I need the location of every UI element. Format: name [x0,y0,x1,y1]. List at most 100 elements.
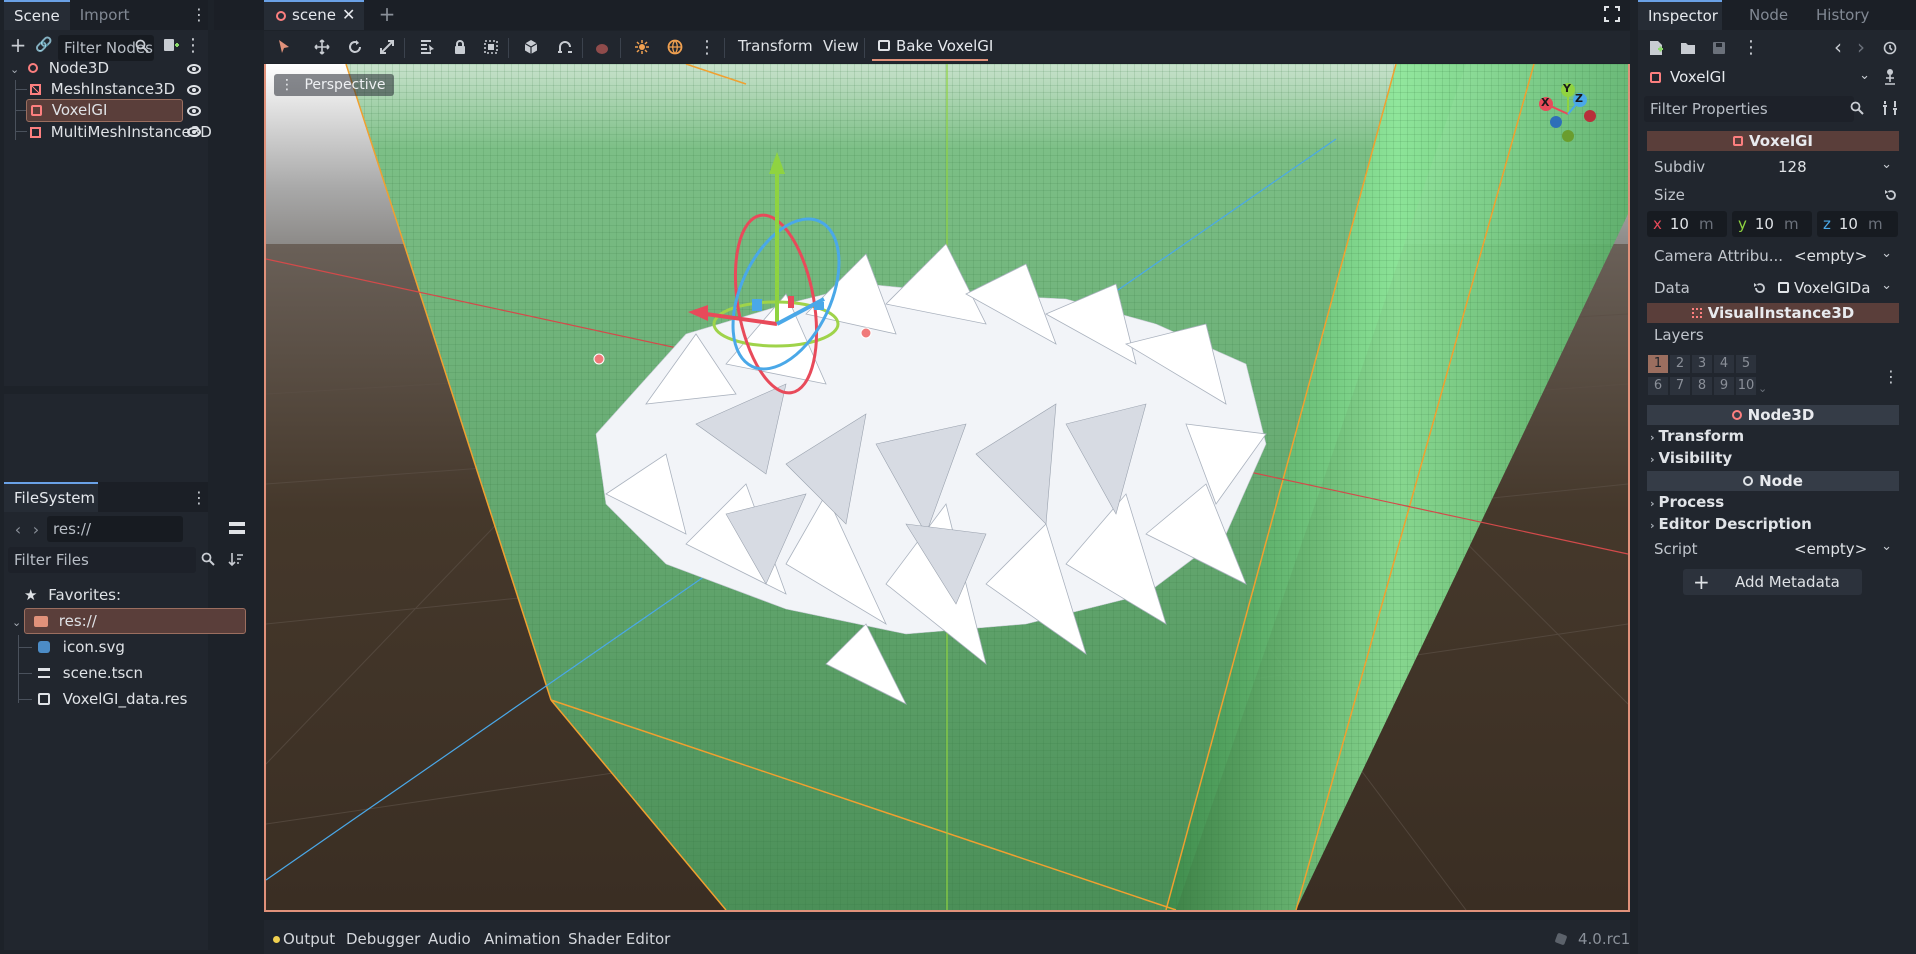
scene-dock-menu-icon[interactable]: ⋮ [191,6,207,24]
viewport-scene [266,64,1628,910]
perspective-menu[interactable]: ⋮ Perspective [274,74,394,96]
list-select-icon[interactable] [418,38,436,56]
filter-files-input[interactable]: Filter Files [8,547,196,573]
new-resource-icon[interactable] [1648,40,1664,56]
object-properties-icon[interactable] [1882,68,1898,86]
scale-tool-icon[interactable] [378,38,396,56]
group-icon[interactable] [482,38,500,56]
voxelgi-icon [1650,72,1661,83]
transform-menu[interactable]: Transform [738,37,813,55]
revert-icon[interactable] [1753,281,1767,295]
layer-10[interactable]: 10 [1736,377,1756,395]
history-icon[interactable] [1882,40,1898,56]
file-label: icon.svg [62,638,125,656]
script-picker[interactable]: <empty> ⌄ [1786,537,1898,561]
layer-8[interactable]: 8 [1692,377,1712,395]
version-label: 4.0.rc1 [1578,930,1631,948]
tab-shader-editor[interactable]: Shader Editor [568,930,670,948]
add-node-icon[interactable]: + [10,33,27,57]
move-tool-icon[interactable] [313,38,331,56]
forward-icon[interactable]: › [30,520,42,539]
local-space-icon[interactable] [522,38,540,56]
lock-icon[interactable] [451,38,469,56]
tab-history[interactable]: History [1806,0,1879,30]
snap-icon[interactable] [556,38,574,56]
layer-5[interactable]: 5 [1736,355,1756,373]
favorites-item[interactable]: ★ Favorites: [24,583,121,607]
size-x-field[interactable]: x 10 m [1647,211,1727,237]
instance-scene-icon[interactable] [163,37,179,53]
camera-attributes-picker[interactable]: <empty> ⌄ [1786,244,1898,268]
link-icon[interactable]: 🔗 [35,37,52,53]
visibility-eye-icon[interactable] [187,127,201,137]
resource-file-icon [1778,282,1789,293]
environment-preview-icon[interactable] [666,38,684,56]
add-metadata-button[interactable]: + Add Metadata [1683,569,1862,595]
distraction-free-icon[interactable] [1604,6,1620,22]
panel-layout-icon[interactable] [229,522,245,534]
open-folder-icon[interactable] [1680,40,1696,56]
layer-4[interactable]: 4 [1714,355,1734,373]
visibility-eye-icon[interactable] [187,64,201,74]
data-resource-picker[interactable]: VoxelGIDa ⌄ [1774,276,1898,300]
visibility-eye-icon[interactable] [187,85,201,95]
select-tool-icon[interactable] [275,38,293,56]
scene-tab[interactable]: scene ✕ [264,0,364,30]
layer-1[interactable]: 1 [1648,355,1668,373]
next-object-icon[interactable]: › [1855,35,1867,59]
3d-viewport[interactable]: ⋮ Perspective Y X Z [264,64,1630,912]
property-tools-icon[interactable] [1882,100,1898,116]
sort-icon[interactable] [228,551,244,567]
tree-item-voxelgi[interactable]: VoxelGI [26,99,183,122]
rotate-tool-icon[interactable] [346,38,364,56]
resource-menu-icon[interactable]: ⋮ [1742,36,1760,58]
bake-voxelgi-button[interactable]: Bake VoxelGI [872,33,993,61]
tab-output[interactable]: Output [283,930,335,948]
tab-node[interactable]: Node [1739,0,1798,30]
previous-object-icon[interactable]: ‹ [1832,35,1844,59]
size-y-field[interactable]: y 10 m [1732,211,1812,237]
size-y-unit: m [1783,215,1799,233]
layers-menu-icon[interactable]: ⋮ [1883,366,1899,386]
filesystem-menu-icon[interactable]: ⋮ [191,488,207,507]
file-item-scene-tscn[interactable]: scene.tscn [38,661,143,685]
scene-tree-menu-icon[interactable]: ⋮ [184,34,202,56]
layer-3[interactable]: 3 [1692,355,1712,373]
viewport-settings-menu-icon[interactable]: ⋮ [698,36,716,58]
file-item-icon-svg[interactable]: icon.svg [38,635,125,659]
layer-7[interactable]: 7 [1670,377,1690,395]
tab-scene[interactable]: Scene [4,0,70,30]
filter-properties-input[interactable]: Filter Properties [1644,96,1854,122]
tab-inspector[interactable]: Inspector [1638,0,1722,30]
tree-item-multimeshinstance3d[interactable]: MultiMeshInstance3D [30,120,212,144]
tab-import[interactable]: Import [70,0,140,30]
tab-debugger[interactable]: Debugger [346,930,420,948]
view-menu[interactable]: View [823,37,859,55]
process-group[interactable]: › Process [1650,493,1724,511]
editor-description-group[interactable]: › Editor Description [1650,515,1812,533]
tab-filesystem[interactable]: FileSystem [4,482,98,512]
layers-expand-icon[interactable]: ⌄ [1758,382,1767,395]
sun-preview-icon[interactable] [633,38,651,56]
size-z-field[interactable]: z 10 m [1817,211,1898,237]
axis-gizmo[interactable]: Y X Z [1536,82,1600,146]
tree-item-meshinstance3d[interactable]: MeshInstance3D [30,77,190,101]
save-icon[interactable] [1711,40,1727,56]
layer-9[interactable]: 9 [1714,377,1734,395]
layer-2[interactable]: 2 [1670,355,1690,373]
preview-camera-icon[interactable] [593,39,611,57]
tab-audio[interactable]: Audio [428,930,471,948]
back-icon[interactable]: ‹ [12,520,24,539]
subdiv-select[interactable]: 128 ⌄ [1772,155,1898,179]
visibility-group[interactable]: › Visibility [1650,449,1732,467]
transform-group[interactable]: › Transform [1650,427,1744,445]
new-scene-tab-icon[interactable]: + [377,2,397,26]
visibility-eye-icon[interactable] [187,106,201,116]
layer-6[interactable]: 6 [1648,377,1668,395]
file-item-voxelgi-data[interactable]: VoxelGI_data.res [38,687,187,711]
close-icon[interactable]: ✕ [342,5,355,24]
node-selector[interactable]: VoxelGI ⌄ [1644,66,1874,90]
revert-icon[interactable] [1884,188,1898,202]
tab-animation[interactable]: Animation [484,930,560,948]
path-input[interactable]: res:// [47,516,183,542]
